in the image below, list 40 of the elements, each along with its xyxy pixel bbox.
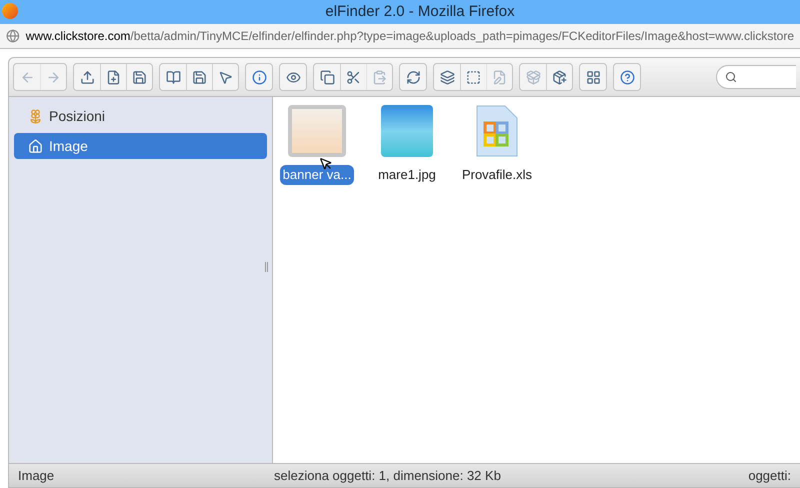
- pointer-icon: [218, 70, 233, 84]
- grid-icon: [586, 70, 600, 84]
- flower-icon: [28, 108, 43, 124]
- open-box-icon: [526, 70, 540, 84]
- home-icon: [28, 138, 43, 154]
- image-thumbnail: [381, 105, 433, 157]
- book-icon: [166, 70, 180, 84]
- browser-logo-icon: [2, 3, 18, 19]
- file-name[interactable]: Provafile.xls: [458, 165, 536, 184]
- status-path: Image: [18, 466, 56, 485]
- resize-handle[interactable]: [265, 262, 268, 272]
- scissors-icon: [346, 70, 361, 84]
- image-thumbnail: [288, 105, 346, 157]
- duplicate-icon: [440, 70, 454, 84]
- forward-arrow-icon: [46, 70, 61, 84]
- url-text: www.clickstore.com/betta/admin/TinyMCE/elfinder/elfinder.php?type=image&uploads_path=pimages/FCKeditorFiles/Image&host=www.clickstore: [26, 28, 794, 45]
- box-plus-icon: [552, 70, 567, 84]
- address-bar[interactable]: www.clickstore.com/betta/admin/TinyMCE/elfinder/elfinder.php?type=image&uploads_path=pimages/FCKeditorFiles/Image&host=www.clickstore: [0, 24, 800, 49]
- upload-icon: [80, 70, 94, 84]
- file-name[interactable]: banner va...: [280, 165, 354, 184]
- status-count: oggetti:: [748, 466, 791, 485]
- copy-icon: [320, 70, 334, 84]
- file-name[interactable]: mare1.jpg: [375, 165, 439, 184]
- globe-icon: [6, 29, 20, 43]
- refresh-icon: [406, 70, 420, 84]
- info-icon: [252, 70, 266, 84]
- eye-icon: [286, 70, 300, 84]
- spreadsheet-file-icon: [475, 105, 519, 157]
- sidebar-item[interactable]: Image: [14, 133, 267, 159]
- help-icon: [620, 70, 634, 84]
- mouse-cursor-icon: [319, 157, 333, 171]
- new-file-icon: [106, 70, 121, 84]
- paste-icon: [372, 70, 387, 84]
- dashed-box-icon: [466, 70, 481, 84]
- window-title: elFinder 2.0 - Mozilla Firefox: [324, 2, 515, 22]
- search-icon: [725, 71, 737, 83]
- sidebar-item[interactable]: Posizioni: [14, 103, 267, 129]
- edit-file-icon: [492, 70, 507, 84]
- status-selection: seleziona oggetti: 1, dimensione: 32 Kb: [274, 466, 501, 485]
- search-field[interactable]: [716, 65, 796, 89]
